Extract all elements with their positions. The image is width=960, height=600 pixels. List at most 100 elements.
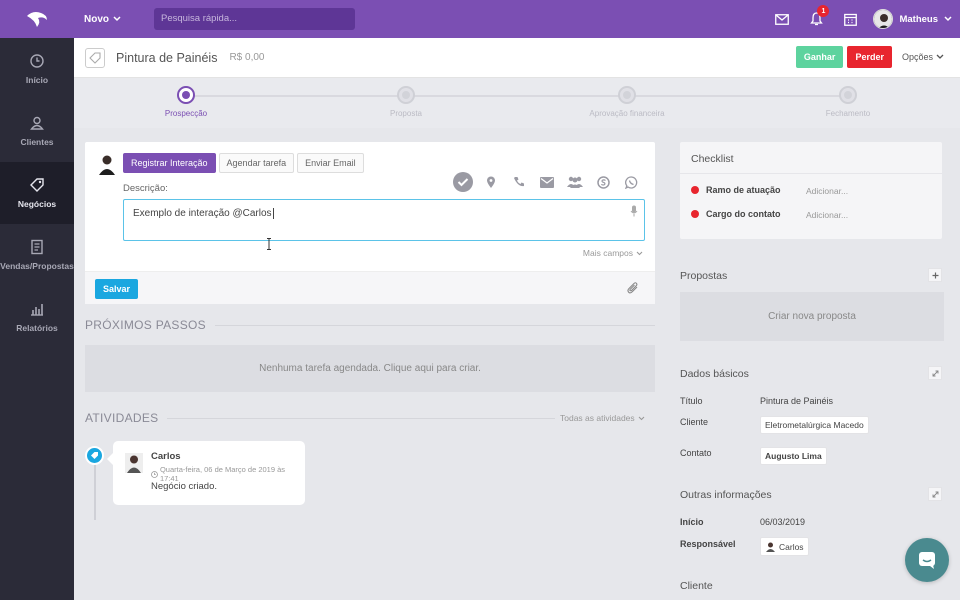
clock-icon xyxy=(30,54,44,68)
lose-button[interactable]: Perder xyxy=(847,46,892,68)
activity-item: Carlos Quarta-feira, 06 de Março de 2019… xyxy=(107,441,305,505)
pipeline-line xyxy=(186,95,848,97)
checklist-item: Cargo do contato xyxy=(691,209,781,219)
phone-channel-button[interactable] xyxy=(509,172,529,192)
sidebar-item-vendas[interactable]: Vendas/Propostas xyxy=(0,224,74,286)
sidebar-item-inicio[interactable]: Início xyxy=(0,38,74,100)
tab-registrar-interacao[interactable]: Registrar Interação xyxy=(123,153,216,173)
deal-header: Pintura de Painéis R$ 0,00 Ganhar Perder… xyxy=(74,38,960,78)
microphone-button[interactable] xyxy=(630,205,638,220)
save-button[interactable]: Salvar xyxy=(95,279,139,299)
next-steps-empty[interactable]: Nenhuma tarefa agendada. Clique aqui par… xyxy=(85,345,655,392)
stage-dot xyxy=(397,86,415,104)
email-channel-button[interactable] xyxy=(537,172,557,192)
envelope-icon xyxy=(540,176,554,188)
stage-proposta[interactable]: Proposta xyxy=(346,86,466,118)
title-label: Título xyxy=(680,396,703,406)
skype-channel-button[interactable] xyxy=(593,172,613,192)
logo-icon xyxy=(27,12,47,27)
attach-button[interactable] xyxy=(627,281,639,297)
activities-filter[interactable]: Todas as atividades xyxy=(560,413,645,423)
interaction-tabs: Registrar Interação Agendar tarefa Envia… xyxy=(123,153,364,173)
check-channel-button[interactable] xyxy=(453,172,473,192)
create-proposal-button[interactable]: Criar nova proposta xyxy=(680,292,944,341)
sidebar-item-label: Clientes xyxy=(20,137,54,147)
add-proposal-button[interactable] xyxy=(928,268,942,282)
expand-basic-data-button[interactable] xyxy=(928,366,942,380)
next-steps-title: PRÓXIMOS PASSOS xyxy=(85,318,206,332)
clock-icon xyxy=(151,470,158,478)
description-textarea[interactable]: Exemplo de interação @Carlos xyxy=(123,199,645,241)
client-chip[interactable]: Eletrometalúrgica Macedo xyxy=(760,416,869,434)
pipeline-stages: Prospecção Proposta Aprovação financeira… xyxy=(74,78,960,128)
search-input[interactable]: Pesquisa rápida... xyxy=(154,8,355,30)
chat-widget-button[interactable] xyxy=(905,538,949,582)
description-text: Exemplo de interação @Carlos xyxy=(133,208,272,220)
checklist-title: Checklist xyxy=(691,153,734,165)
stage-aprovacao-financeira[interactable]: Aprovação financeira xyxy=(567,86,687,118)
interaction-footer: Salvar xyxy=(85,271,655,304)
win-button[interactable]: Ganhar xyxy=(795,46,844,68)
start-value[interactable]: 06/03/2019 xyxy=(760,517,805,527)
sidebar-item-negocios[interactable]: Negócios xyxy=(0,162,74,224)
expand-other-info-button[interactable] xyxy=(928,487,942,501)
checklist-item-label: Cargo do contato xyxy=(706,209,781,219)
sidebar-item-relatorios[interactable]: Relatórios xyxy=(0,286,74,348)
stage-label: Proposta xyxy=(389,109,423,118)
more-fields-toggle[interactable]: Mais campos xyxy=(583,248,643,258)
mail-button[interactable] xyxy=(765,0,799,38)
client-label: Cliente xyxy=(680,417,709,427)
expand-icon xyxy=(932,491,938,497)
deal-actions: Ganhar Perder Opções xyxy=(795,46,950,68)
whatsapp-channel-button[interactable] xyxy=(621,172,641,192)
owner-chip[interactable]: Carlos xyxy=(760,537,809,556)
divider xyxy=(214,324,655,326)
options-button[interactable]: Opções xyxy=(896,46,950,68)
user-name: Matheus xyxy=(899,13,938,25)
start-label: Início xyxy=(680,517,704,527)
timeline-dot xyxy=(85,446,104,465)
stage-prospeccao[interactable]: Prospecção xyxy=(126,86,246,118)
paperclip-icon xyxy=(627,282,638,294)
alert-icon xyxy=(691,210,699,218)
calendar-button[interactable] xyxy=(833,0,867,38)
activities-title: ATIVIDADES xyxy=(85,411,159,425)
meeting-channel-button[interactable] xyxy=(565,172,585,192)
interaction-card: Registrar Interação Agendar tarefa Envia… xyxy=(85,142,655,304)
create-proposal-label: Criar nova proposta xyxy=(768,311,856,322)
deal-title[interactable]: Pintura de Painéis xyxy=(116,51,217,65)
text-caret xyxy=(272,208,274,219)
chevron-down-icon xyxy=(636,251,643,255)
stage-label: Aprovação financeira xyxy=(589,109,665,118)
activity-author[interactable]: Carlos xyxy=(151,451,181,462)
contact-chip[interactable]: Augusto Lima xyxy=(760,447,827,465)
avatar xyxy=(125,453,143,473)
new-menu-button[interactable]: Novo xyxy=(84,14,154,25)
tab-agendar-tarefa[interactable]: Agendar tarefa xyxy=(218,153,295,173)
stage-dot xyxy=(177,86,195,104)
next-steps-empty-text: Nenhuma tarefa agendada. Clique aqui par… xyxy=(259,363,481,374)
alert-icon xyxy=(691,186,699,194)
phone-icon xyxy=(514,177,524,187)
app-logo[interactable] xyxy=(0,0,74,38)
checklist-add-button[interactable]: Adicionar... xyxy=(806,186,848,196)
sidebar: Início Clientes Negócios Vendas/Proposta… xyxy=(0,38,74,600)
plus-icon xyxy=(932,272,938,278)
notifications-button[interactable]: 1 xyxy=(799,0,833,38)
sidebar-item-label: Negócios xyxy=(17,199,57,209)
checklist-add-button[interactable]: Adicionar... xyxy=(806,210,848,220)
stage-dot xyxy=(839,86,857,104)
sidebar-item-clientes[interactable]: Clientes xyxy=(0,100,74,162)
deal-value[interactable]: R$ 0,00 xyxy=(229,52,264,63)
title-value[interactable]: Pintura de Painéis xyxy=(760,396,833,406)
tab-enviar-email[interactable]: Enviar Email xyxy=(297,153,364,173)
other-info-title: Outras informações xyxy=(680,489,772,501)
location-channel-button[interactable] xyxy=(481,172,501,192)
checklist-card: Checklist Ramo de atuação Adicionar... C… xyxy=(680,142,942,239)
whatsapp-icon xyxy=(624,175,637,189)
notification-badge: 1 xyxy=(817,5,830,17)
user-menu[interactable]: Matheus xyxy=(873,9,952,29)
stage-fechamento[interactable]: Fechamento xyxy=(788,86,908,118)
stage-dot xyxy=(618,86,636,104)
options-label: Opções xyxy=(901,52,933,62)
